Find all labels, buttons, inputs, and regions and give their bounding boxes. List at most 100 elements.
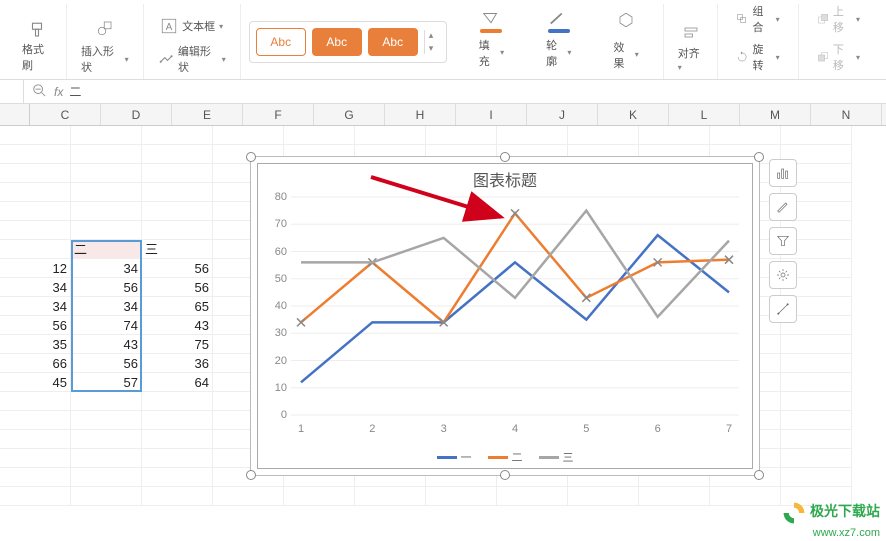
cell[interactable]: 64 — [142, 373, 213, 392]
column-header[interactable]: N — [811, 104, 882, 125]
cell[interactable]: 35 — [0, 335, 71, 354]
cell[interactable] — [71, 183, 142, 202]
column-header[interactable]: F — [243, 104, 314, 125]
column-header[interactable]: J — [527, 104, 598, 125]
cell[interactable]: 45 — [0, 373, 71, 392]
send-back-button[interactable]: 下移▾ — [811, 39, 866, 75]
cell[interactable]: 66 — [0, 354, 71, 373]
column-header[interactable]: L — [669, 104, 740, 125]
cell[interactable] — [142, 411, 213, 430]
cell[interactable] — [0, 221, 71, 240]
cell[interactable] — [142, 202, 213, 221]
column-header[interactable]: I — [456, 104, 527, 125]
cell[interactable] — [71, 468, 142, 487]
cell[interactable] — [781, 411, 852, 430]
cell[interactable] — [0, 183, 71, 202]
cell[interactable] — [71, 164, 142, 183]
cell[interactable] — [497, 126, 568, 145]
insert-shape-button[interactable] — [75, 17, 135, 39]
chart-legend[interactable]: 一二三 — [251, 449, 759, 465]
cell[interactable]: 56 — [142, 259, 213, 278]
cell[interactable] — [284, 126, 355, 145]
cell[interactable] — [0, 126, 71, 145]
cell[interactable] — [0, 468, 71, 487]
cell[interactable] — [71, 221, 142, 240]
cell[interactable] — [142, 449, 213, 468]
cell[interactable] — [781, 126, 852, 145]
insert-shape-label-button[interactable]: 插入形状 ▾ — [75, 41, 135, 77]
legend-item[interactable]: 一 — [437, 449, 472, 465]
cell[interactable]: 43 — [71, 335, 142, 354]
cell[interactable] — [71, 487, 142, 506]
cell[interactable]: 34 — [71, 297, 142, 316]
cell[interactable] — [426, 126, 497, 145]
cell[interactable] — [71, 411, 142, 430]
cell[interactable] — [639, 126, 710, 145]
cell[interactable] — [142, 183, 213, 202]
cell[interactable] — [781, 449, 852, 468]
zoom-out-icon[interactable] — [30, 83, 48, 100]
cell[interactable] — [426, 487, 497, 506]
cell[interactable] — [142, 126, 213, 145]
cell[interactable] — [142, 430, 213, 449]
resize-handle-top-left[interactable] — [246, 152, 256, 162]
cell[interactable] — [781, 335, 852, 354]
cell[interactable]: 75 — [142, 335, 213, 354]
cell[interactable] — [0, 164, 71, 183]
column-header[interactable]: H — [385, 104, 456, 125]
chart-elements-button[interactable] — [769, 159, 797, 187]
cell[interactable]: 34 — [71, 259, 142, 278]
column-header[interactable]: C — [30, 104, 101, 125]
cell[interactable] — [284, 487, 355, 506]
outline-button[interactable]: 轮廓▾ — [540, 35, 577, 71]
cell[interactable]: 43 — [142, 316, 213, 335]
chart-settings-button[interactable] — [769, 261, 797, 289]
cell[interactable] — [142, 145, 213, 164]
edit-shape-button[interactable]: 编辑形状 ▾ — [152, 41, 232, 77]
gallery-more-button[interactable]: ▴ ▾ — [424, 30, 440, 54]
resize-handle-top-mid[interactable] — [500, 152, 510, 162]
resize-handle-bottom-mid[interactable] — [500, 470, 510, 480]
cell[interactable] — [639, 487, 710, 506]
cell[interactable] — [568, 487, 639, 506]
cell[interactable]: 56 — [71, 354, 142, 373]
cell[interactable] — [71, 126, 142, 145]
resize-handle-top-right[interactable] — [754, 152, 764, 162]
legend-item[interactable]: 二 — [488, 449, 523, 465]
group-button[interactable]: 组合▾ — [730, 1, 785, 37]
column-header[interactable]: M — [740, 104, 811, 125]
cell[interactable] — [355, 126, 426, 145]
chart-tools-button[interactable] — [769, 295, 797, 323]
cell[interactable]: 二 — [71, 240, 142, 259]
chart-plot-area[interactable]: 010203040506070801234567 — [291, 197, 739, 415]
cell[interactable]: 57 — [71, 373, 142, 392]
cell[interactable] — [71, 430, 142, 449]
cell[interactable] — [355, 487, 426, 506]
cell[interactable] — [0, 430, 71, 449]
cell[interactable]: 74 — [71, 316, 142, 335]
cell[interactable] — [781, 392, 852, 411]
data-point-marker[interactable] — [297, 318, 305, 326]
shape-style-gallery[interactable]: Abc Abc Abc ▴ ▾ — [249, 21, 447, 63]
cell[interactable] — [0, 449, 71, 468]
bring-front-button[interactable]: 上移▾ — [811, 1, 866, 37]
style-chip-outline[interactable]: Abc — [256, 28, 306, 56]
cell[interactable]: 34 — [0, 278, 71, 297]
cell[interactable]: 三 — [142, 240, 213, 259]
style-chip-fill-2[interactable]: Abc — [368, 28, 418, 56]
cell[interactable] — [71, 449, 142, 468]
cell[interactable] — [142, 392, 213, 411]
cell[interactable]: 34 — [0, 297, 71, 316]
cell[interactable] — [71, 392, 142, 411]
cell[interactable] — [497, 487, 568, 506]
cell[interactable] — [0, 240, 71, 259]
format-brush-button[interactable]: 格式刷 — [16, 17, 58, 77]
cell[interactable]: 56 — [71, 278, 142, 297]
text-box-button[interactable]: A 文本框 ▾ — [152, 15, 232, 37]
column-header[interactable]: K — [598, 104, 669, 125]
cell[interactable]: 56 — [0, 316, 71, 335]
chart-object[interactable]: 图表标题 010203040506070801234567 一二三 — [250, 156, 760, 476]
cell[interactable]: 65 — [142, 297, 213, 316]
cell[interactable] — [781, 468, 852, 487]
cell[interactable] — [0, 202, 71, 221]
